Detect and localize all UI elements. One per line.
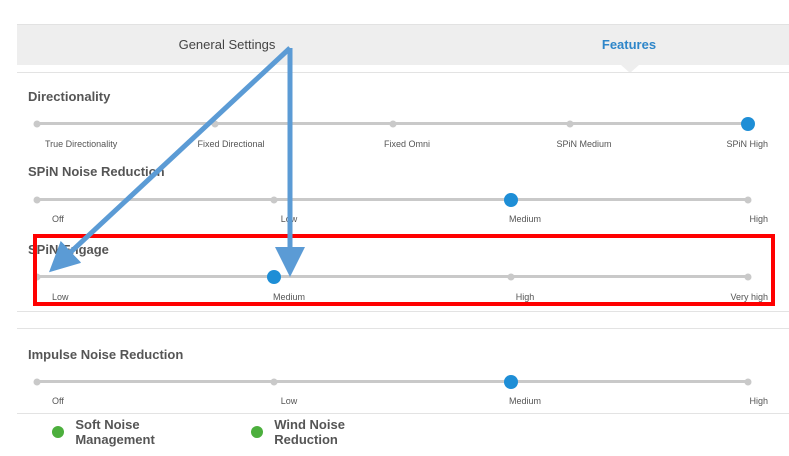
- directionality-tick-label: SPiN High: [726, 139, 768, 149]
- impulse-noise-reduction-tick-label: Off: [52, 396, 64, 406]
- slider-stop[interactable]: [744, 273, 752, 280]
- wind-noise-reduction-label: Wind Noise Reduction: [274, 417, 345, 447]
- slider-stop[interactable]: [270, 378, 278, 385]
- slider-stop[interactable]: [507, 273, 515, 280]
- spin-engage-tick-label: Very high: [730, 292, 768, 302]
- tab-features[interactable]: Features: [539, 25, 719, 65]
- settings-panel: General Settings Features: [17, 12, 789, 456]
- spin-engage-title: SPiN Engage: [28, 242, 109, 257]
- tab-general-settings[interactable]: General Settings: [137, 25, 317, 65]
- slider-stop[interactable]: [211, 120, 219, 127]
- spin-engage-tick-label: Low: [52, 292, 69, 302]
- directionality-title: Directionality: [28, 89, 111, 104]
- slider-stop[interactable]: [33, 120, 41, 127]
- spin-engage-tick-label: Medium: [272, 292, 306, 302]
- impulse-noise-reduction-title: Impulse Noise Reduction: [28, 347, 184, 362]
- soft-noise-management-toggle[interactable]: Soft Noise Management: [52, 417, 161, 447]
- spin-noise-reduction-title: SPiN Noise Reduction: [28, 164, 165, 179]
- directionality-tick-label: SPiN Medium: [556, 139, 612, 149]
- directionality-tick-label: Fixed Omni: [383, 139, 431, 149]
- impulse-noise-reduction-tick-label: High: [749, 396, 768, 406]
- slider-stop[interactable]: [566, 120, 574, 127]
- toggle-switch-icon[interactable]: [251, 426, 264, 438]
- directionality-tick-label: True Directionality: [45, 139, 118, 149]
- directionality-tick-label: Fixed Directional: [197, 139, 265, 149]
- directionality-slider[interactable]: [33, 116, 755, 131]
- spin-noise-reduction-tick-label: High: [749, 214, 768, 224]
- spin-engage-slider[interactable]: [33, 269, 752, 284]
- slider-stop[interactable]: [33, 273, 41, 280]
- divider: [17, 328, 789, 329]
- impulse-noise-reduction-slider[interactable]: [33, 374, 752, 389]
- divider: [17, 413, 789, 414]
- slider-thumb[interactable]: [504, 192, 518, 207]
- slider-thumb[interactable]: [267, 269, 281, 284]
- spin-noise-reduction-tick-label: Off: [52, 214, 64, 224]
- slider-stop[interactable]: [33, 196, 41, 203]
- impulse-noise-reduction-tick-label: Medium: [508, 396, 542, 406]
- slider-stop[interactable]: [744, 196, 752, 203]
- toggle-switch-icon[interactable]: [52, 426, 65, 438]
- spin-engage-tick-label: High: [515, 292, 535, 302]
- spin-noise-reduction-tick-label: Low: [280, 214, 298, 224]
- slider-stop[interactable]: [33, 378, 41, 385]
- slider-thumb[interactable]: [504, 374, 518, 389]
- slider-stop[interactable]: [744, 378, 752, 385]
- divider: [17, 311, 789, 312]
- spin-noise-reduction-slider[interactable]: [33, 192, 752, 207]
- slider-stop[interactable]: [270, 196, 278, 203]
- wind-noise-reduction-toggle[interactable]: Wind Noise Reduction: [251, 417, 346, 447]
- divider: [17, 72, 789, 73]
- tab-bar: General Settings Features: [17, 24, 789, 73]
- slider-stop[interactable]: [389, 120, 396, 127]
- soft-noise-management-label: Soft Noise Management: [75, 417, 155, 447]
- spin-noise-reduction-tick-label: Medium: [508, 214, 542, 224]
- slider-thumb[interactable]: [741, 116, 755, 131]
- impulse-noise-reduction-tick-label: Low: [280, 396, 298, 406]
